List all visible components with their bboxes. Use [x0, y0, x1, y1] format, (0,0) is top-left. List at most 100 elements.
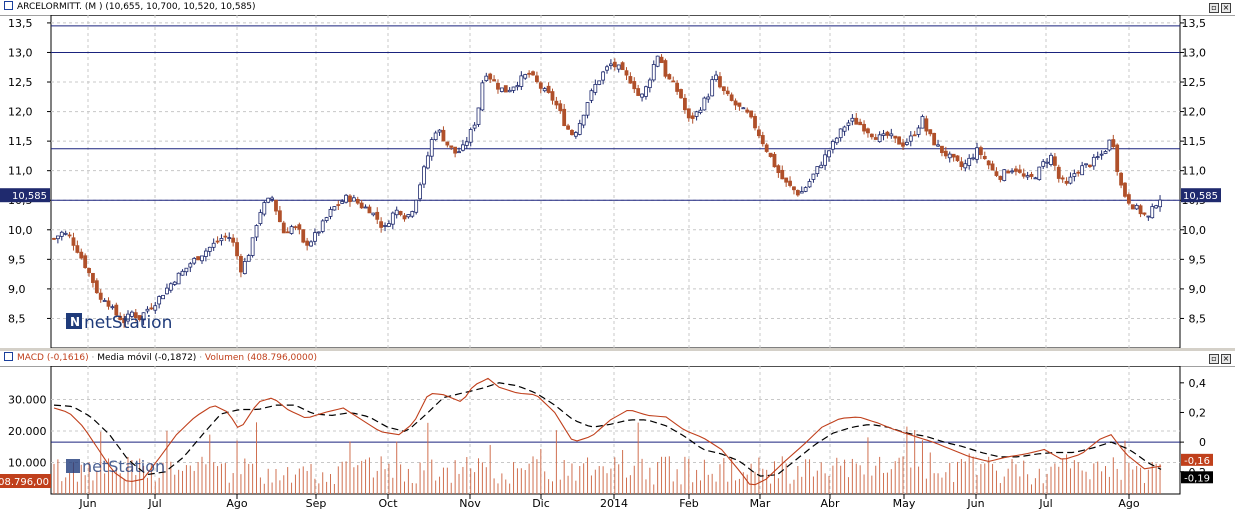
y-tick-label-right: 9,5	[1189, 253, 1207, 266]
candle-body	[655, 55, 660, 67]
candle-body	[1115, 144, 1120, 172]
candle-body	[270, 197, 274, 200]
candle-body	[881, 133, 886, 136]
candle-body	[207, 246, 212, 252]
candle-body	[402, 215, 407, 220]
candle-body	[741, 107, 746, 110]
ma-title: Media móvil (-0,1872)	[97, 353, 197, 363]
candle-body	[1052, 156, 1057, 166]
candle-body	[219, 238, 224, 242]
candle-body	[866, 128, 870, 134]
candle-body	[597, 80, 602, 85]
candle-body	[414, 199, 419, 213]
candle-body	[982, 155, 987, 160]
candle-body	[815, 166, 820, 175]
candle-body	[301, 229, 306, 243]
candle-body	[1130, 204, 1135, 210]
y-tick-label-right: 0	[1199, 436, 1206, 449]
candle-body	[632, 81, 637, 90]
candle-body	[912, 134, 917, 137]
candle-body	[573, 132, 578, 137]
candle-body	[281, 222, 286, 234]
panel-menu-icon[interactable]	[4, 1, 13, 10]
candle-body	[379, 221, 384, 228]
close-icon[interactable]: ×	[1221, 354, 1231, 364]
x-tick-label: 2014	[600, 497, 628, 510]
candle-body	[511, 86, 516, 91]
candle-body	[889, 133, 894, 137]
y-tick-label-right: 8,5	[1189, 312, 1207, 325]
candle-body	[904, 141, 909, 145]
candle-body	[721, 86, 726, 92]
candle-body	[161, 294, 165, 300]
candle-body	[433, 132, 438, 140]
candle-body	[975, 147, 979, 160]
candle-body	[1126, 194, 1131, 204]
macd-line	[53, 377, 1162, 486]
candle-body	[971, 157, 975, 160]
candle-body	[1060, 177, 1065, 180]
candle-body	[153, 305, 158, 311]
candle-body	[488, 73, 493, 80]
minimize-icon[interactable]: ▫	[1209, 354, 1219, 364]
candle-body	[897, 136, 902, 145]
candle-body	[659, 56, 664, 64]
candle-body	[947, 153, 952, 159]
candle-body	[1091, 156, 1096, 167]
candle-body	[63, 232, 68, 235]
y-tick-label-left: 11,5	[8, 135, 33, 148]
candle-body	[266, 197, 271, 203]
candle-body	[188, 263, 193, 268]
x-tick-label: Nov	[459, 497, 481, 510]
candle-body	[531, 71, 535, 76]
candle-body	[1014, 168, 1018, 172]
candle-body	[916, 127, 921, 135]
candle-body	[102, 300, 107, 302]
candle-body	[803, 187, 808, 192]
candle-body	[371, 212, 376, 216]
candle-body	[690, 115, 695, 119]
price-chart[interactable]: 13,5 13,5 13,0 13,0 12,5 12,5 12,0 12,0 11,5 11,5…	[0, 15, 1235, 348]
candle-body	[535, 75, 539, 83]
candle-body	[309, 241, 313, 247]
candle-body	[398, 210, 403, 215]
candle-body	[285, 231, 290, 234]
candle-body	[344, 194, 348, 203]
candle-body	[928, 129, 933, 135]
candle-body	[1045, 161, 1049, 164]
candle-body	[277, 210, 282, 223]
candle-body	[819, 164, 824, 169]
candle-body	[67, 234, 72, 237]
candle-body	[675, 82, 680, 92]
candle-body	[854, 117, 859, 125]
candle-body	[527, 72, 532, 75]
candle-body	[550, 91, 555, 101]
candle-body	[1021, 173, 1026, 177]
x-tick-label: Oct	[378, 497, 398, 510]
x-tick-label: Mar	[750, 497, 771, 510]
x-tick-label: Jun	[966, 497, 984, 510]
candle-body	[554, 100, 559, 106]
candle-body	[484, 75, 489, 82]
panel-menu-icon[interactable]	[4, 352, 13, 361]
candle-body	[799, 191, 804, 194]
candle-body	[764, 144, 769, 152]
candle-body	[340, 201, 345, 204]
candle-body	[499, 87, 504, 92]
candle-body	[464, 141, 469, 146]
y-tick-label-left: 10,0	[8, 224, 33, 237]
y-tick-label-right: 12,0	[1182, 106, 1207, 119]
y-tick-label-right: 11,5	[1182, 135, 1207, 148]
candle-body	[453, 146, 458, 154]
minimize-icon[interactable]: ▫	[1209, 3, 1219, 13]
candle-body	[807, 181, 812, 188]
macd-chart[interactable]: 30.00020.00010.0000,40,20-0,2-0,16-0,194…	[0, 366, 1235, 511]
candle-body	[418, 184, 422, 200]
candle-body	[157, 296, 162, 305]
candle-body	[869, 133, 874, 138]
y-tick-label-left: 20.000	[8, 425, 47, 438]
close-icon[interactable]: ×	[1221, 3, 1231, 13]
candle-body	[1072, 173, 1077, 177]
y-tick-label-left: 12,5	[8, 76, 33, 89]
candle-body	[1064, 180, 1069, 184]
